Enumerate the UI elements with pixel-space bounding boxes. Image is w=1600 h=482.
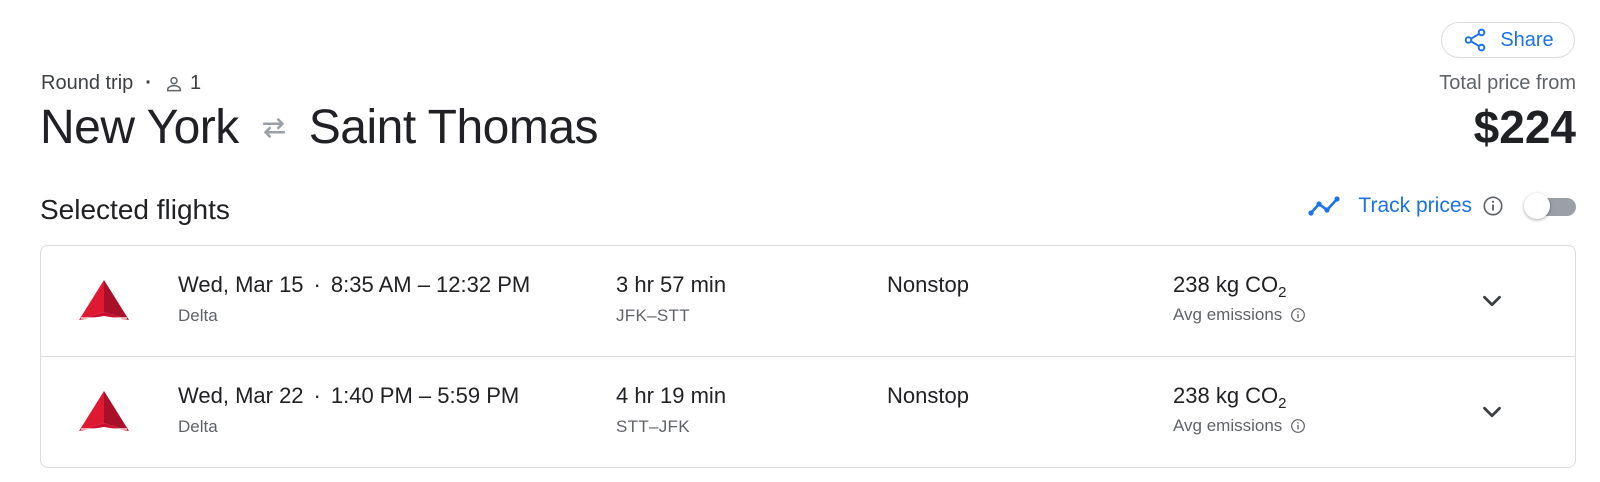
flight-times: Wed, Mar 22 · 1:40 PM – 5:59 PM [178, 383, 519, 409]
delta-logo-icon [79, 391, 129, 431]
trip-type: Round trip [41, 72, 134, 94]
times-separator: · [313, 383, 321, 408]
trip-meta: Round trip · 1 [41, 72, 201, 95]
emissions-value: 238 kg CO2 [1173, 383, 1287, 412]
track-prices-toggle[interactable] [1524, 193, 1576, 219]
emissions-amount: 238 kg CO [1173, 383, 1279, 408]
flight-time-range: 8:35 AM – 12:32 PM [330, 272, 531, 297]
flight-times: Wed, Mar 15 · 8:35 AM – 12:32 PM [178, 272, 530, 298]
emissions-subscript: 2 [1278, 284, 1287, 301]
info-icon[interactable] [1482, 195, 1504, 217]
share-icon [1465, 28, 1486, 52]
delta-logo-icon [79, 280, 129, 320]
flight-airports: JFK–STT [616, 306, 690, 325]
selected-flights-list: Wed, Mar 15 · 8:35 AM – 12:32 PM Delta 3 h… [40, 245, 1576, 468]
airline-name: Delta [178, 417, 218, 436]
emissions-label: Avg emissions [1173, 305, 1306, 325]
swap-arrows-icon [262, 117, 285, 138]
emissions-label-text: Avg emissions [1173, 305, 1283, 324]
price-label: Total price from [1439, 72, 1576, 94]
route-title: New York Saint Thomas [40, 100, 599, 155]
toggle-knob [1524, 193, 1550, 219]
meta-separator: · [145, 72, 152, 94]
emissions-label-text: Avg emissions [1173, 416, 1283, 435]
trending-line-icon [1308, 196, 1341, 216]
track-prices: Track prices [1308, 193, 1576, 219]
flight-row-outbound[interactable]: Wed, Mar 15 · 8:35 AM – 12:32 PM Delta 3 h… [41, 246, 1575, 356]
flight-stops: Nonstop [887, 383, 969, 408]
flight-airports: STT–JFK [616, 417, 690, 436]
total-price: $224 [1473, 101, 1576, 153]
flight-duration: 3 hr 57 min [616, 272, 727, 297]
emissions-value: 238 kg CO2 [1173, 272, 1287, 301]
flight-date: Wed, Mar 22 [178, 383, 304, 408]
share-label: Share [1500, 28, 1554, 51]
share-button[interactable]: Share [1441, 22, 1575, 58]
info-icon[interactable] [1290, 307, 1306, 323]
emissions-label: Avg emissions [1173, 416, 1306, 436]
track-prices-label[interactable]: Track prices [1358, 194, 1472, 218]
flight-date: Wed, Mar 15 [178, 272, 304, 297]
section-title: Selected flights [40, 194, 230, 225]
info-icon[interactable] [1290, 418, 1306, 434]
flight-duration: 4 hr 19 min [616, 383, 727, 408]
times-separator: · [313, 272, 321, 297]
chevron-down-icon[interactable] [1477, 286, 1507, 316]
emissions-subscript: 2 [1278, 395, 1287, 412]
flight-stops: Nonstop [887, 272, 969, 297]
passenger-count: 1 [189, 72, 202, 94]
chevron-down-icon[interactable] [1477, 397, 1507, 427]
origin-city: New York [40, 101, 239, 154]
destination-city: Saint Thomas [308, 101, 599, 154]
emissions-amount: 238 kg CO [1173, 272, 1279, 297]
flight-row-return[interactable]: Wed, Mar 22 · 1:40 PM – 5:59 PM Delta 4 hr… [41, 356, 1575, 466]
person-icon [166, 76, 181, 91]
airline-name: Delta [178, 306, 218, 325]
flight-time-range: 1:40 PM – 5:59 PM [330, 383, 520, 408]
